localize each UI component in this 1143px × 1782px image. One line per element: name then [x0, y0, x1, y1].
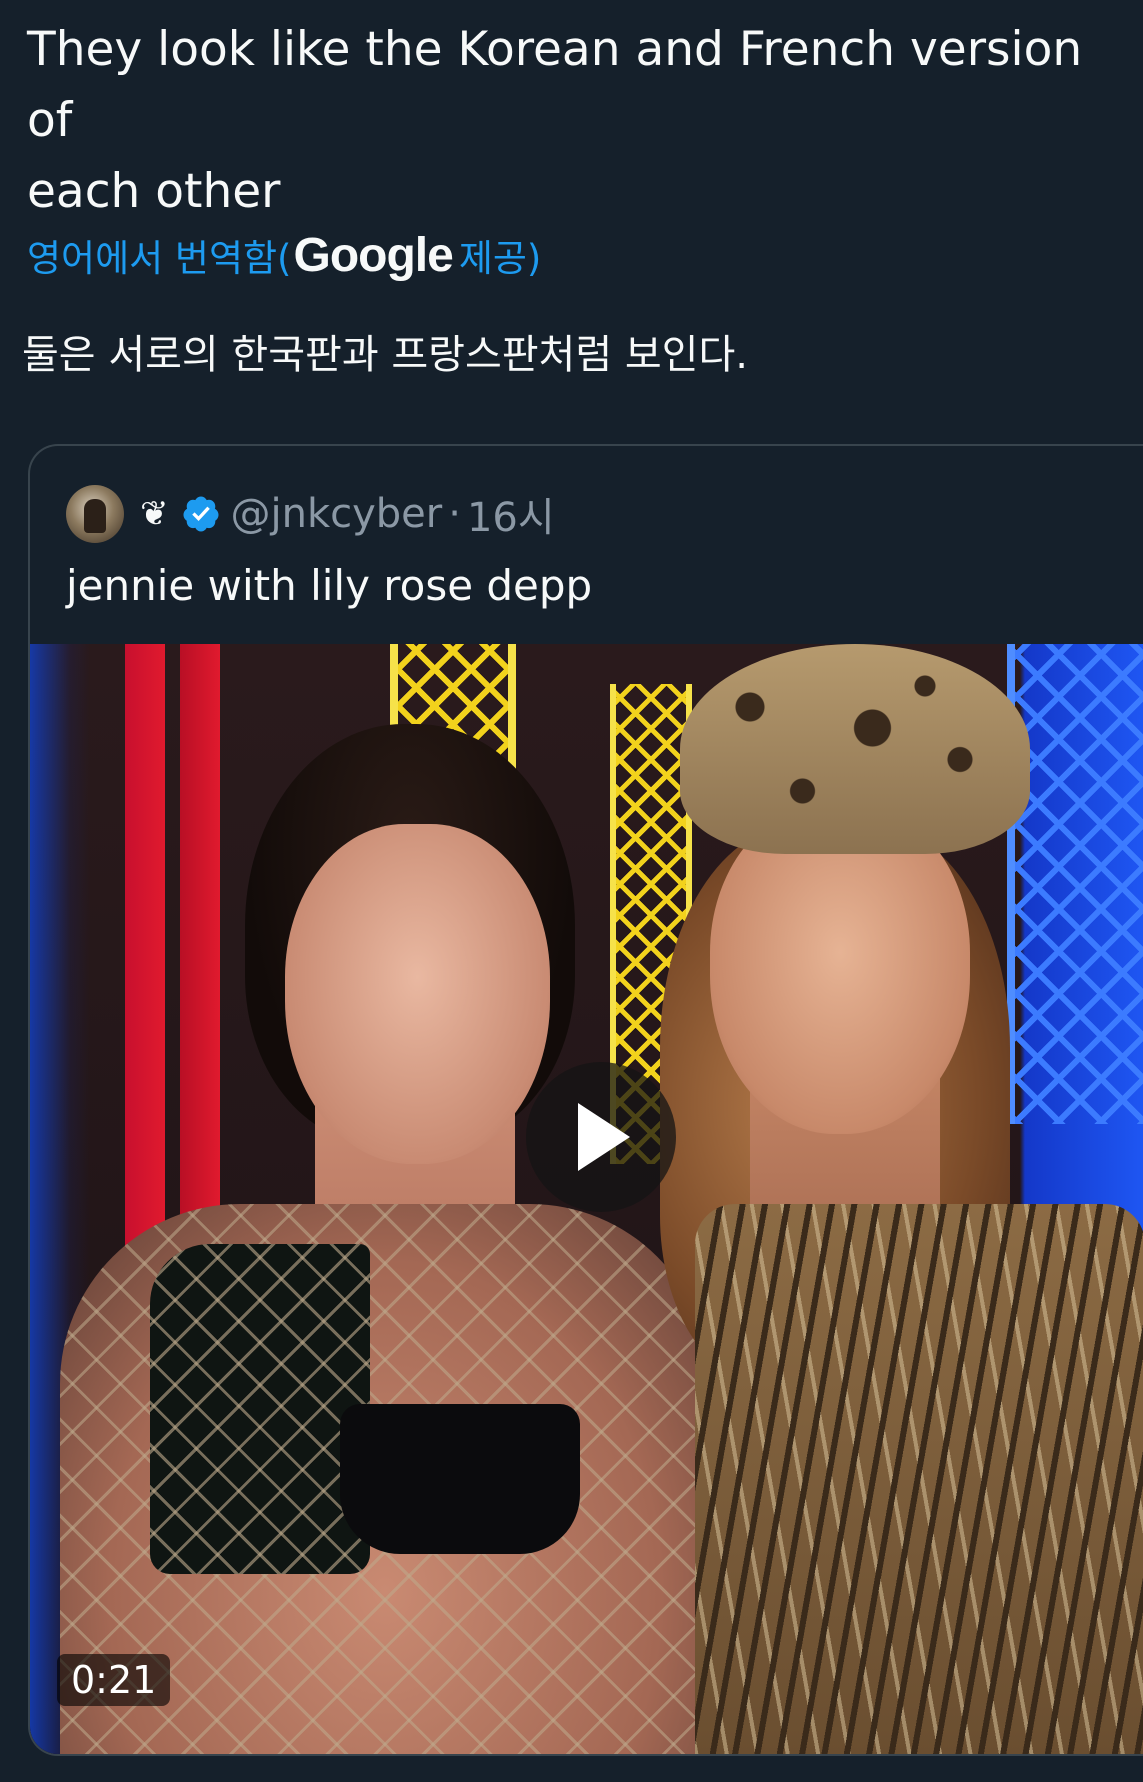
person-right-headscarf	[680, 644, 1030, 854]
quote-timestamp[interactable]: 16시	[467, 485, 555, 543]
quote-handle[interactable]: @jnkcyber	[231, 491, 443, 537]
quote-header: ❦ @jnkcyber · 16시	[66, 484, 555, 544]
tweet-text-line-1: They look like the Korean and French ver…	[27, 22, 1083, 148]
video-player[interactable]: 0:21	[30, 644, 1143, 1754]
separator-dot: ·	[448, 491, 461, 537]
tweet-text: They look like the Korean and French ver…	[27, 14, 1117, 227]
person-left-cardigan	[150, 1244, 370, 1574]
translation-prefix: 영어에서 번역함(	[27, 237, 292, 280]
google-logo: Google	[293, 228, 453, 282]
quote-text: jennie with lily rose depp	[66, 561, 593, 610]
translated-text: 둘은 서로의 한국판과 프랑스판처럼 보인다.	[22, 332, 748, 378]
display-name-emoji: ❦	[140, 494, 169, 534]
tweet-text-line-2: each other	[27, 164, 281, 219]
quote-tweet-card[interactable]: ❦ @jnkcyber · 16시 jennie with lily rose …	[28, 444, 1143, 1756]
avatar[interactable]	[66, 485, 124, 543]
person-right-dress	[695, 1204, 1143, 1754]
play-icon	[578, 1103, 630, 1171]
translation-suffix: 제공)	[458, 237, 542, 280]
person-left-top	[340, 1404, 580, 1554]
video-duration-badge: 0:21	[57, 1654, 171, 1706]
play-button[interactable]	[526, 1062, 676, 1212]
person-left-face	[285, 824, 550, 1164]
stage-truss	[1007, 644, 1143, 1124]
translation-attribution[interactable]: 영어에서 번역함( Google 제공)	[27, 225, 541, 285]
verified-badge-icon	[183, 496, 218, 532]
